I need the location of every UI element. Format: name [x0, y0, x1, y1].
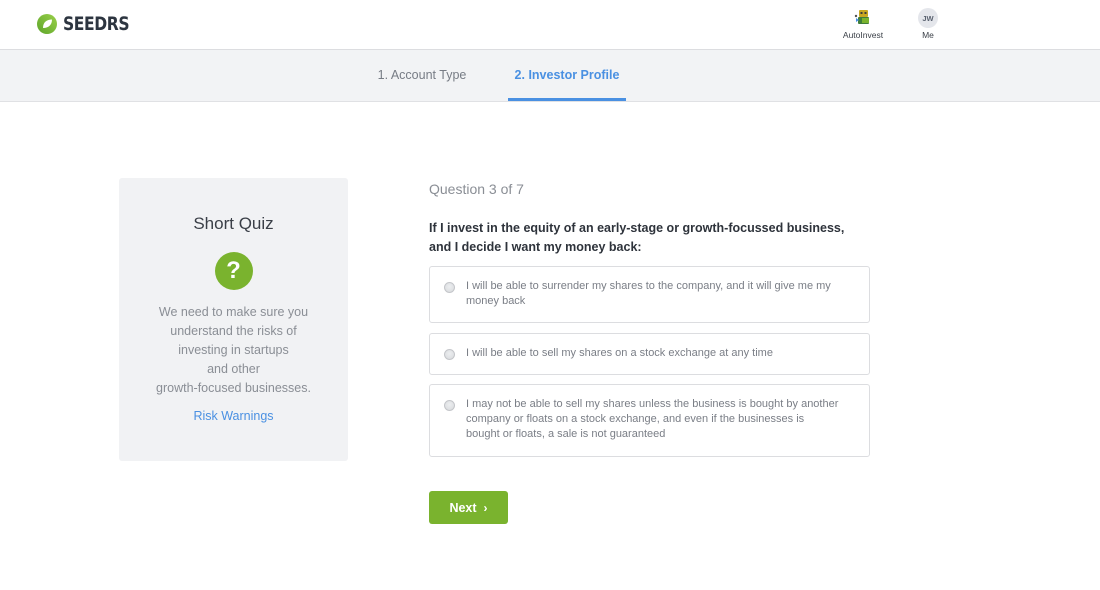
answer-line: I may not be able to sell my shares unle…: [466, 398, 839, 410]
question-text: If I invest in the equity of an early-st…: [429, 221, 845, 254]
answer-line: bought or floats, a sale is not guarante…: [466, 428, 666, 440]
radio-button[interactable]: [444, 400, 455, 411]
seedrs-logo[interactable]: SEEDRS: [36, 13, 144, 35]
nav-me-label: Me: [922, 30, 934, 40]
top-navbar: SEEDRS AutoInvest JW Me: [0, 0, 1100, 50]
card-title: Short Quiz: [193, 214, 274, 233]
answer-option[interactable]: I will be able to sell my shares on a st…: [429, 333, 870, 375]
risk-warnings-link[interactable]: Risk Warnings: [193, 409, 273, 423]
next-button-label: Next: [449, 500, 477, 515]
radio-button[interactable]: [444, 349, 455, 360]
progress-steps: 1. Account Type 2. Investor Profile: [0, 50, 1100, 102]
answer-option[interactable]: I may not be able to sell my shares unle…: [429, 384, 870, 457]
step-investor-profile[interactable]: 2. Investor Profile: [508, 50, 626, 101]
card-description-line: growth-focused businesses.: [156, 381, 311, 395]
question-counter: Question 3 of 7: [429, 181, 524, 197]
short-quiz-card: Short Quiz ? We need to make sure you un…: [119, 178, 348, 461]
answer-option-label: I will be able to sell my shares on a st…: [466, 346, 773, 361]
card-description-line: understand the risks of: [170, 324, 297, 338]
answer-option-label: I will be able to surrender my shares to…: [466, 279, 831, 309]
avatar: JW: [918, 8, 938, 28]
nav-autoinvest[interactable]: AutoInvest: [838, 8, 888, 40]
answer-line: company or floats on a stock exchange, a…: [466, 413, 805, 425]
logo-text: SEEDRS: [63, 13, 130, 35]
radio-button[interactable]: [444, 282, 455, 293]
seedrs-leaf-icon: [37, 14, 57, 34]
answer-line: I will be able to sell my shares on a st…: [466, 347, 773, 359]
card-description-line: investing in startups: [178, 343, 289, 357]
nav-autoinvest-label: AutoInvest: [842, 30, 884, 40]
answer-line: money back: [466, 295, 526, 307]
card-description: We need to make sure you understand the …: [119, 303, 348, 398]
chevron-right-icon: ›: [483, 500, 488, 515]
card-description-line: We need to make sure you: [158, 305, 309, 319]
answer-option[interactable]: I will be able to surrender my shares to…: [429, 266, 870, 323]
answer-line: I will be able to surrender my shares to…: [466, 280, 831, 292]
question-mark-icon: ?: [214, 252, 253, 290]
robot-icon: [854, 10, 869, 24]
nav-me[interactable]: JW Me: [912, 8, 944, 40]
step-account-type[interactable]: 1. Account Type: [372, 50, 472, 101]
answer-option-label: I may not be able to sell my shares unle…: [466, 397, 838, 442]
next-button[interactable]: Next ›: [429, 491, 508, 524]
card-description-line: and other: [207, 362, 260, 376]
